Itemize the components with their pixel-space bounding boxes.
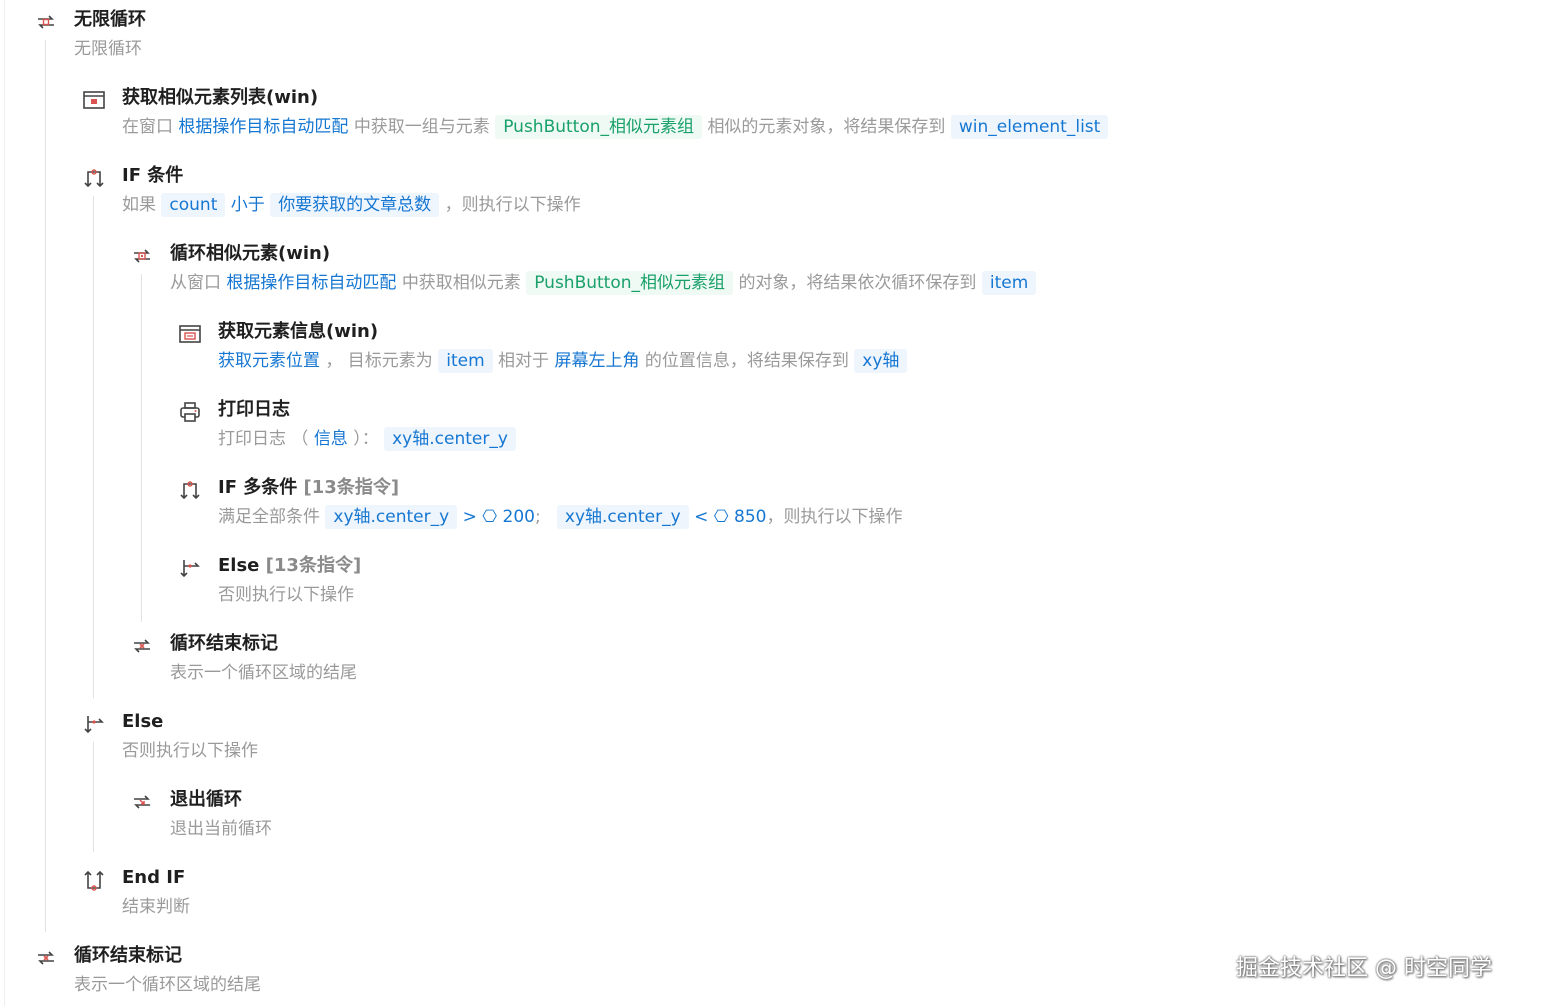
else-icon (82, 712, 106, 736)
nest-line-level-2b (93, 742, 94, 852)
target-tag[interactable]: item (438, 349, 493, 373)
instruction-count: [13条指令] (265, 555, 362, 576)
watermark: 掘金技术社区 @ 时空同学 (1236, 956, 1492, 981)
step-title: 循环相似元素(win) (170, 243, 331, 264)
value-tag[interactable]: 你要获取的文章总数 (270, 193, 440, 217)
variable-tag[interactable]: count (161, 193, 226, 217)
step-title: 循环结束标记 (74, 945, 182, 966)
desc-text: 在窗口 (122, 117, 173, 137)
step-title: IF 多条件 [13条指令] (218, 476, 399, 500)
step-title: 打印日志 (218, 399, 290, 420)
title-text: Else (218, 555, 260, 576)
relative-link[interactable]: 屏幕左上角 (554, 351, 639, 371)
element-info-icon (178, 322, 202, 346)
desc-text: ， 目标元素为 (325, 351, 433, 371)
nest-line-level-3 (141, 274, 142, 622)
if-multi-icon (178, 478, 202, 502)
left-edge (4, 0, 5, 1006)
variable-tag[interactable]: xy轴 (854, 349, 908, 373)
step-desc: 如果 count 小于 你要获取的文章总数 ，则执行以下操作 (122, 190, 581, 220)
window-target-link[interactable]: 根据操作目标自动匹配 (226, 273, 396, 293)
exit-loop-icon (130, 790, 154, 814)
element-tag[interactable]: PushButton_相似元素组 (526, 271, 734, 295)
element-tag[interactable]: PushButton_相似元素组 (495, 115, 703, 139)
variable-tag[interactable]: win_element_list (950, 115, 1109, 139)
step-desc: 表示一个循环区域的结尾 (170, 663, 357, 683)
step-desc: 满足全部条件 xy轴.center_y > ⎔ 200; xy轴.center_… (218, 502, 902, 532)
step-title: 无限循环 (74, 9, 146, 30)
desc-text: 相对于 (498, 351, 550, 371)
operator-gt[interactable]: > (463, 507, 477, 527)
value-850[interactable]: 850 (734, 507, 766, 527)
step-desc: 无限循环 (74, 39, 142, 59)
step-desc: 结束判断 (122, 897, 190, 917)
else-icon (178, 556, 202, 580)
desc-text: 如果 (122, 195, 156, 215)
step-desc: 表示一个循环区域的结尾 (74, 975, 261, 995)
desc-text: ，则执行以下操作 (766, 507, 903, 527)
step-title: IF 条件 (122, 165, 184, 186)
loop-similar-icon (130, 244, 154, 268)
loop-end-icon (130, 634, 154, 658)
number-type-icon: ⎔ (713, 507, 729, 527)
step-desc: 否则执行以下操作 (218, 585, 354, 605)
desc-text: ，则执行以下操作 (444, 195, 581, 215)
nest-line-level-2 (93, 196, 94, 698)
variable-tag[interactable]: xy轴.center_y (325, 505, 458, 529)
if-branch-icon (82, 166, 106, 190)
desc-text: 相似的元素对象，将结果保存到 (707, 117, 946, 137)
loop-end-icon (34, 946, 58, 970)
value-200[interactable]: 200 (503, 507, 535, 527)
step-title: Else (122, 711, 164, 732)
info-link[interactable]: 信息 (314, 429, 348, 449)
desc-text: 打印日志 （ (218, 429, 309, 449)
variable-tag[interactable]: item (981, 271, 1037, 295)
loop-icon (34, 10, 58, 34)
step-desc: 打印日志 （ 信息 ）： xy轴.center_y (218, 424, 516, 454)
action-link[interactable]: 获取元素位置 (218, 351, 320, 371)
end-if-icon (82, 868, 106, 892)
desc-text: 中获取相似元素 (401, 273, 521, 293)
operator-link[interactable]: 小于 (231, 195, 265, 215)
desc-text: 中获取一组与元素 (353, 117, 490, 137)
step-title: 退出循环 (170, 789, 242, 810)
desc-text: 满足全部条件 (218, 507, 320, 527)
step-title: End IF (122, 867, 186, 888)
number-type-icon: ⎔ (482, 507, 498, 527)
step-desc: 获取元素位置 ， 目标元素为 item 相对于 屏幕左上角 的位置信息，将结果保… (218, 346, 908, 376)
step-desc: 从窗口 根据操作目标自动匹配 中获取相似元素 PushButton_相似元素组 … (170, 268, 1037, 298)
step-desc: 在窗口 根据操作目标自动匹配 中获取一组与元素 PushButton_相似元素组… (122, 112, 1109, 142)
variable-tag[interactable]: xy轴.center_y (556, 505, 689, 529)
separator: ; (534, 507, 541, 527)
window-list-icon (82, 88, 106, 112)
desc-text: 的位置信息，将结果保存到 (644, 351, 849, 371)
variable-tag[interactable]: xy轴.center_y (384, 427, 516, 451)
step-title: 循环结束标记 (170, 633, 278, 654)
instruction-count: [13条指令] (303, 477, 400, 498)
title-text: IF 多条件 (218, 477, 298, 498)
window-target-link[interactable]: 根据操作目标自动匹配 (178, 117, 348, 137)
desc-text: ）： (353, 429, 379, 449)
nest-line-level-1 (45, 40, 46, 932)
step-title: Else [13条指令] (218, 554, 361, 578)
step-title: 获取元素信息(win) (218, 321, 379, 342)
printer-icon (178, 400, 202, 424)
step-title: 获取相似元素列表(win) (122, 87, 319, 108)
step-desc: 退出当前循环 (170, 819, 272, 839)
operator-lt[interactable]: < (694, 507, 708, 527)
step-desc: 否则执行以下操作 (122, 741, 258, 761)
desc-text: 从窗口 (170, 273, 221, 293)
desc-text: 的对象，将结果依次循环保存到 (738, 273, 977, 293)
